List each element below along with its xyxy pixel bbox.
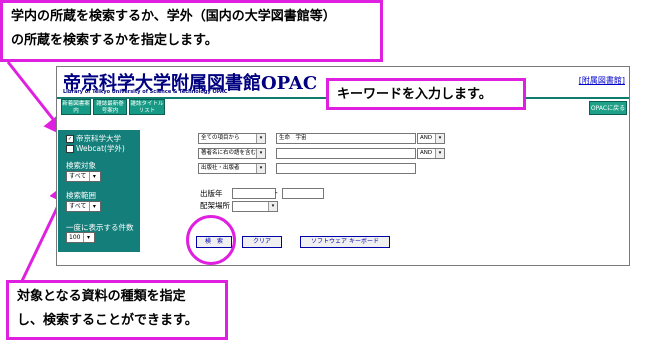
page-subtitle: Library of Teikyo University of Science … (63, 89, 228, 95)
chevron-down-icon: ▾ (256, 134, 265, 143)
keyword-callout: キーワードを入力します。 (326, 78, 526, 110)
journal-issues-button[interactable]: 雑誌最新巻号案内 (93, 99, 127, 115)
location-select[interactable]: ▾ (232, 201, 278, 212)
scope-label: 検索範囲 (66, 191, 96, 200)
op2-select[interactable]: AND ▾ (417, 148, 445, 159)
field1-select[interactable]: 全ての項目から ▾ (198, 133, 266, 144)
chevron-down-icon: ▾ (268, 202, 277, 211)
material-select[interactable]: すべて ▾ (66, 171, 102, 182)
chevron-down-icon: ▾ (435, 149, 444, 158)
chevron-down-icon: ▾ (435, 134, 444, 143)
pub-year-from-input[interactable] (232, 188, 276, 199)
chevron-down-icon: ▾ (256, 164, 265, 173)
checkbox-checked-icon[interactable]: ✓ (66, 135, 74, 143)
field3-select[interactable]: 出版社・出版者 ▾ (198, 163, 266, 174)
pub-year-separator: - (275, 188, 278, 197)
search-sidebar: ✓ 帝京科学大学 Webcat(学外) 検索対象 すべて ▾ 検索範囲 すべて ▾ 一… (58, 130, 140, 252)
per-page-select[interactable]: 100 ▾ (66, 232, 96, 243)
journal-titles-button[interactable]: 雑誌タイトルリスト (129, 99, 165, 115)
chevron-down-icon: ▾ (256, 149, 265, 158)
material-label: 検索対象 (66, 161, 96, 170)
chevron-down-icon: ▾ (83, 233, 92, 242)
new-books-button[interactable]: 新着図書案内 (61, 99, 91, 115)
op1-select[interactable]: AND ▾ (417, 133, 445, 144)
clear-button[interactable]: クリア (242, 236, 282, 248)
keyword-input-3[interactable] (276, 163, 416, 174)
material-callout: 対象となる資料の種類を指定 し、検索することができます。 (6, 280, 228, 340)
target-callout: 学内の所蔵を検索するか、学外（国内の大学図書館等） の所蔵を検索するかを指定しま… (0, 0, 383, 62)
keyword-input-1[interactable]: 生命 宇宙 (276, 133, 416, 144)
checkbox-icon[interactable] (66, 145, 74, 153)
location-label: 配架場所 (200, 201, 230, 210)
target-webcat-option[interactable]: Webcat(学外) (66, 143, 125, 154)
opac-back-button[interactable]: OPACに戻る (589, 101, 627, 115)
library-link[interactable]: [附属図書館] (579, 75, 625, 86)
scope-select[interactable]: すべて ▾ (66, 201, 102, 212)
pub-year-to-input[interactable] (282, 188, 324, 199)
pub-year-label: 出版年 (200, 189, 223, 198)
chevron-down-icon: ▾ (89, 202, 98, 211)
software-keyboard-button[interactable]: ソフトウェア キーボード (300, 236, 390, 248)
chevron-down-icon: ▾ (89, 172, 98, 181)
keyword-input-2[interactable] (276, 148, 416, 159)
field2-select[interactable]: 著者名に右の語を含む ▾ (198, 148, 266, 159)
search-button-highlight (186, 215, 236, 265)
